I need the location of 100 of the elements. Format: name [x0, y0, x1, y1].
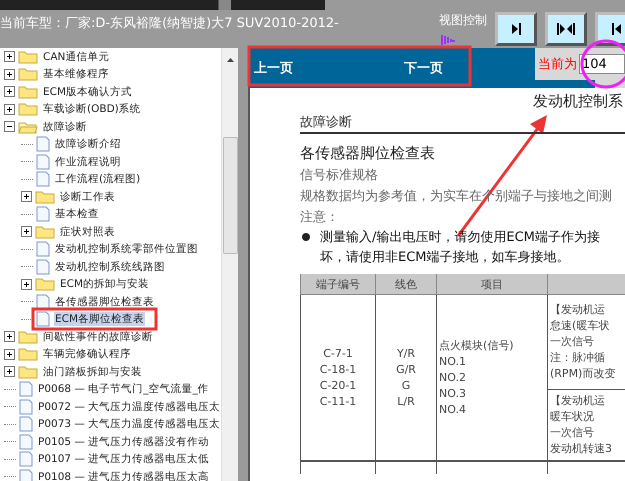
tree-item[interactable]: 基本维修程序 [42, 67, 110, 82]
folder-icon [18, 84, 38, 99]
document-icon [36, 311, 50, 328]
table-cell-text: C-11-1 [318, 394, 358, 410]
table-cell-text: 注：脉冲循 [550, 350, 606, 366]
folder-icon [18, 102, 38, 116]
tree-item[interactable]: P0072 — 大气压力温度传感器电压太 [37, 400, 222, 414]
plus-box-icon[interactable] [4, 68, 15, 80]
minus-box-icon[interactable] [4, 121, 15, 132]
plus-box-icon[interactable] [4, 86, 15, 98]
bullet-text: 测量输入/输出电压时，请勿使用ECM端子作为接 [320, 229, 600, 247]
document-icon [19, 451, 33, 468]
tree-item[interactable]: ECM的拆卸与安装 [59, 277, 150, 292]
subheading: 信号标准规格 [300, 167, 379, 184]
tree-item[interactable]: 作业流程说明 [54, 154, 122, 169]
tree-item[interactable]: CAN通信单元 [42, 50, 110, 64]
folder-icon [18, 347, 38, 362]
note-label: 注意： [300, 209, 340, 226]
folder-icon [18, 120, 38, 134]
tree-item[interactable]: 工作流程(流程图) [54, 172, 142, 186]
table-cell-text: 发动机转速3 [550, 441, 613, 457]
scroll-up-arrow-icon[interactable] [226, 58, 234, 62]
table-cell-text: NO.2 [439, 370, 467, 386]
plus-box-icon[interactable] [4, 51, 15, 62]
current-page-label: 当前为 [538, 56, 577, 73]
table-cell-text: 点火模块(信号) [439, 338, 515, 354]
table-cell-text: C-18-1 [318, 362, 358, 378]
folder-icon [35, 190, 55, 204]
table-cell-text: 一次信号 [550, 334, 595, 350]
tree-item[interactable]: 油门踏板拆卸与安装 [42, 364, 143, 379]
split-view-button[interactable] [545, 12, 587, 46]
tree-item[interactable]: 故障诊断 [42, 120, 88, 134]
bullet-icon [302, 233, 310, 241]
signal-icon [441, 34, 457, 46]
tree-item[interactable]: 各传感器脚位检查表 [54, 294, 155, 309]
table-cell-text: (RPM)而改变 [550, 366, 616, 382]
tree-item[interactable]: 发动机控制系统线路图 [54, 260, 166, 274]
table-cell-text: 一次信号 [550, 425, 595, 441]
tree-item[interactable]: 车载诊断(OBD)系统 [42, 102, 142, 116]
plus-box-icon[interactable] [4, 331, 15, 342]
view-control-label: 视图控制 [439, 12, 487, 29]
document-icon [19, 381, 33, 398]
scrollbar-thumb[interactable] [222, 137, 238, 254]
tree-item[interactable]: ECM各脚位检查表 [54, 312, 146, 326]
tree-item[interactable]: 车辆完修确认程序 [42, 347, 132, 362]
document-icon [36, 171, 50, 188]
column-header: 线色 [376, 274, 436, 294]
tree-item[interactable]: 发动机控制系统零部件位置图 [54, 242, 199, 256]
vehicle-title: 当前车型：厂家:D-东风裕隆(纳智捷)大7 SUV2010-2012- [0, 15, 340, 32]
tree-item[interactable]: P0105 — 进气压力传感器没有作动 [37, 434, 210, 449]
tree-item[interactable]: 诊断工作表 [59, 190, 116, 204]
column-header: 端子编号 [300, 274, 376, 294]
next-page-link[interactable]: 下一页 [404, 59, 443, 77]
plus-box-icon[interactable] [4, 104, 15, 115]
document-heading: 各传感器脚位检查表 [300, 144, 436, 163]
split-view-icon [557, 23, 575, 35]
table-cell-text: 暖车状况 [550, 409, 595, 425]
document-icon [36, 206, 50, 222]
tree-item[interactable]: P0108 — 进气压力传感器电压太高 [37, 470, 210, 481]
tree-item[interactable]: P0107 — 进气压力传感器电压太低 [37, 452, 210, 466]
plus-box-icon[interactable] [21, 278, 32, 290]
table-cell-text: C-20-1 [318, 378, 358, 394]
tree-item[interactable]: P0073 — 大气压力温度传感器电压太 [37, 417, 222, 432]
table-cell-text: 【发动机运 [550, 302, 606, 318]
plus-box-icon[interactable] [21, 226, 32, 238]
document-icon [36, 241, 50, 258]
tree-item[interactable]: 症状对照表 [59, 224, 116, 239]
tree-item[interactable]: P0068 — 电子节气门_空气流量_作 [37, 382, 210, 396]
table-cell-text: NO.4 [439, 402, 467, 418]
plus-box-icon[interactable] [21, 191, 32, 202]
document-icon [36, 136, 50, 152]
previous-page-link[interactable]: 上一页 [254, 59, 404, 77]
running-title: 发动机控制系 [532, 91, 623, 111]
table-cell-text: 【发动机运 [550, 393, 606, 409]
table-cell-text: G [400, 378, 412, 394]
table-cell-text: Y/R [396, 346, 416, 362]
left-view-button[interactable] [595, 12, 625, 46]
right-view-button[interactable] [495, 12, 537, 46]
tree-item[interactable]: ECM版本确认方式 [42, 84, 134, 99]
right-panel-icon [512, 23, 520, 35]
left-panel-icon [612, 23, 620, 35]
tree-item[interactable]: 故障诊断介绍 [54, 137, 122, 152]
table-cell-text: G/R [395, 362, 417, 378]
document-icon [36, 154, 50, 170]
tree-item[interactable]: 间歇性事件的故障诊断 [42, 330, 154, 344]
plus-box-icon[interactable] [4, 366, 15, 378]
folder-icon [18, 330, 38, 344]
folder-icon [35, 224, 55, 239]
document-icon [19, 398, 33, 415]
folder-icon [18, 364, 38, 379]
document-icon [36, 258, 50, 275]
table-cell-text: NO.1 [439, 354, 467, 370]
scrollbar[interactable] [221, 48, 238, 481]
document-icon [36, 294, 50, 310]
page-number-field[interactable]: 104 [579, 54, 625, 74]
column-header: 项目 [436, 274, 548, 294]
tree-item[interactable]: 基本检查 [54, 207, 100, 222]
plus-box-icon[interactable] [4, 348, 15, 360]
table-cell-text: 怠速(暖车状 [550, 318, 610, 334]
table-cell-text: NO.3 [439, 386, 467, 402]
